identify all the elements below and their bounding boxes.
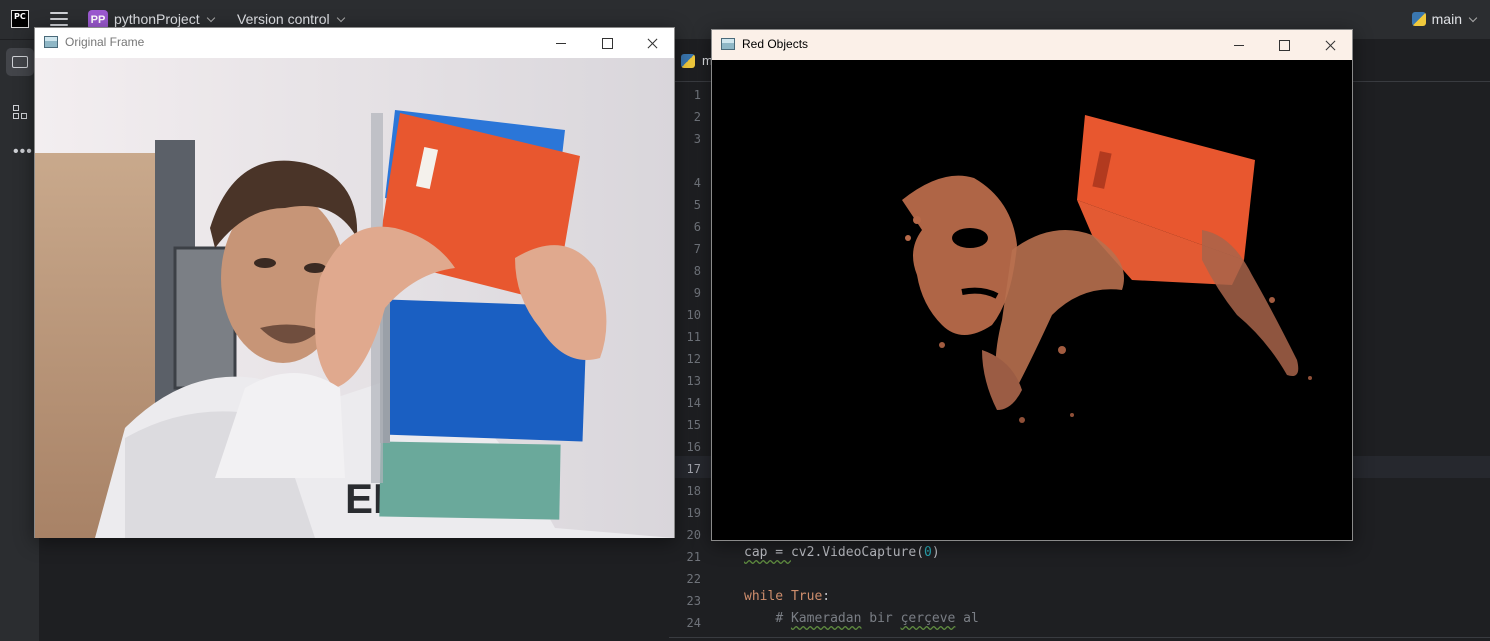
line-number: 6 xyxy=(693,220,701,234)
camera-frame-svg: ELTICS xyxy=(35,58,674,538)
line-number: 17 xyxy=(686,462,701,476)
minimize-button[interactable] xyxy=(1216,30,1262,60)
line-number-gutter: 1 2 3 4 5 6 7 8 9 10 11 12 13 14 15 16 17 18 19 20 21 22 23 24 xyxy=(669,82,715,641)
original-frame-window[interactable]: Original Frame xyxy=(34,27,675,538)
line-number: 12 xyxy=(686,352,701,366)
folder-icon xyxy=(12,56,28,68)
project-tool-button[interactable] xyxy=(6,48,34,76)
window-app-icon xyxy=(44,36,58,48)
window-title-bar[interactable]: Red Objects xyxy=(712,30,1352,60)
python-file-icon xyxy=(681,54,695,68)
line-number: 5 xyxy=(693,198,701,212)
close-button[interactable] xyxy=(1307,30,1353,60)
line-number: 13 xyxy=(686,374,701,388)
red-mask-image xyxy=(712,60,1352,540)
minimize-button[interactable] xyxy=(538,28,584,58)
divider xyxy=(669,637,1490,638)
line-number: 22 xyxy=(686,572,701,586)
line-number: 19 xyxy=(686,506,701,520)
line-number: 15 xyxy=(686,418,701,432)
version-control-label: Version control xyxy=(237,11,330,27)
line-number: 7 xyxy=(693,242,701,256)
project-name: pythonProject xyxy=(114,11,200,27)
chevron-down-icon xyxy=(1468,13,1478,23)
code-line-23[interactable]: while True: xyxy=(744,589,830,604)
structure-tool-button[interactable] xyxy=(6,98,34,126)
window-title: Red Objects xyxy=(742,37,809,51)
red-objects-window[interactable]: Red Objects xyxy=(711,29,1353,541)
run-config-label: main xyxy=(1431,11,1462,27)
line-number: 24 xyxy=(686,616,701,630)
version-control-menu[interactable]: Version control xyxy=(237,11,345,27)
line-number: 4 xyxy=(693,176,701,190)
line-number: 10 xyxy=(686,308,701,322)
line-number: 9 xyxy=(693,286,701,300)
line-number: 21 xyxy=(686,550,701,564)
run-config-selector[interactable]: main xyxy=(1411,11,1478,27)
line-number: 16 xyxy=(686,440,701,454)
line-number: 2 xyxy=(693,110,701,124)
line-number: 11 xyxy=(686,330,701,344)
more-icon: ••• xyxy=(13,143,33,160)
line-number: 23 xyxy=(686,594,701,608)
window-title: Original Frame xyxy=(65,35,145,49)
window-title-bar[interactable]: Original Frame xyxy=(35,28,674,58)
code-line-24[interactable]: # Kameradan bir çerçeve al xyxy=(744,611,979,626)
python-icon xyxy=(1411,12,1426,26)
line-number: 18 xyxy=(686,484,701,498)
line-number: 20 xyxy=(686,528,701,542)
line-number: 3 xyxy=(693,132,701,146)
line-number: 14 xyxy=(686,396,701,410)
main-menu-icon[interactable] xyxy=(50,12,68,26)
close-button[interactable] xyxy=(629,28,675,58)
structure-icon xyxy=(13,105,27,119)
screen: PC PP pythonProject Version control main… xyxy=(0,0,1490,641)
window-app-icon xyxy=(721,38,735,50)
more-tools-button[interactable]: ••• xyxy=(6,138,34,166)
line-number: 1 xyxy=(693,88,701,102)
project-selector[interactable]: pythonProject xyxy=(114,11,215,27)
chevron-down-icon xyxy=(336,13,345,23)
code-line-21[interactable]: cap = cv2.VideoCapture(0) xyxy=(744,545,940,560)
chevron-down-icon xyxy=(206,13,215,23)
maximize-button[interactable] xyxy=(1261,30,1307,60)
pycharm-logo[interactable]: PC xyxy=(11,10,29,28)
line-number: 8 xyxy=(693,264,701,278)
red-mask-svg xyxy=(712,60,1352,540)
camera-frame-image: ELTICS xyxy=(35,58,674,538)
maximize-button[interactable] xyxy=(584,28,630,58)
